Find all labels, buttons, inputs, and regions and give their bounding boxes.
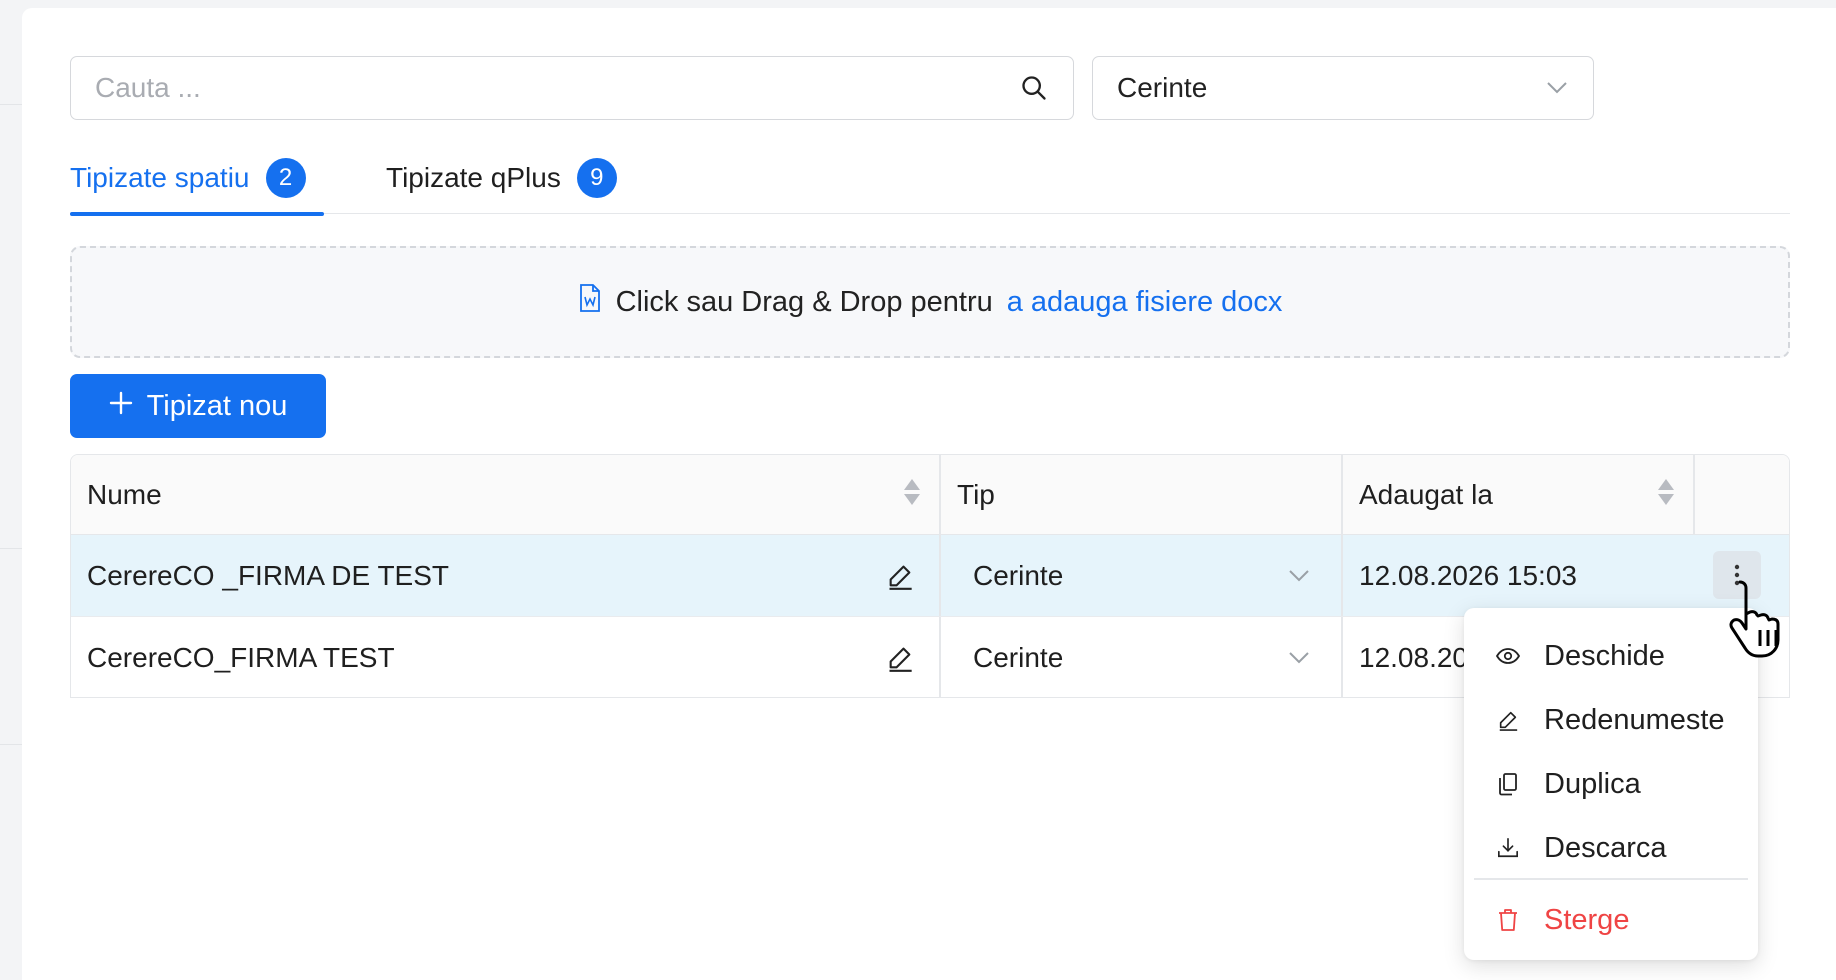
type-filter-value: Cerinte xyxy=(1117,72,1208,103)
menu-item-deschide[interactable]: Deschide xyxy=(1464,626,1758,686)
row-actions-menu: Deschide Redenumeste Duplica Descarca St… xyxy=(1464,608,1758,960)
menu-item-label: Sterge xyxy=(1544,903,1630,936)
row-name: CerereCO _FIRMA DE TEST xyxy=(87,559,450,591)
new-template-label: Tipizat nou xyxy=(146,389,288,422)
chevron-down-icon[interactable] xyxy=(1287,564,1311,588)
type-filter-select[interactable]: Cerinte xyxy=(1092,56,1594,120)
dropzone-text: Click sau Drag & Drop pentru xyxy=(615,285,993,318)
edit-pencil-icon[interactable] xyxy=(885,561,915,591)
tab-tipizate-qplus[interactable]: Tipizate qPlus 9 xyxy=(386,142,617,214)
row-added-date: 12.08.2026 15:03 xyxy=(1359,559,1577,591)
divider xyxy=(0,548,22,549)
download-icon xyxy=(1496,836,1520,860)
divider xyxy=(0,744,22,745)
eye-icon xyxy=(1496,644,1520,668)
word-doc-icon xyxy=(578,283,602,321)
menu-item-duplica[interactable]: Duplica xyxy=(1464,754,1758,814)
chevron-down-icon[interactable] xyxy=(1287,646,1311,670)
search-icon[interactable] xyxy=(1019,73,1049,103)
column-header-adaugat[interactable]: Adaugat la xyxy=(1359,455,1493,534)
table-row[interactable]: CerereCO _FIRMA DE TEST Cerinte 12.08.20… xyxy=(71,535,1789,617)
column-header-nume[interactable]: Nume xyxy=(87,455,162,534)
copy-icon xyxy=(1496,772,1520,796)
tab-label: Tipizate qPlus xyxy=(386,162,561,193)
menu-item-descarca[interactable]: Descarca xyxy=(1464,818,1758,878)
menu-item-label: Descarca xyxy=(1544,831,1667,864)
edit-pencil-icon[interactable] xyxy=(885,643,915,673)
sidebar-edge xyxy=(0,0,22,980)
tab-tipizate-spatiu[interactable]: Tipizate spatiu 2 xyxy=(70,142,324,216)
row-name: CerereCO_FIRMA TEST xyxy=(87,641,395,673)
menu-item-label: Deschide xyxy=(1544,639,1665,672)
search-field[interactable] xyxy=(70,56,1074,120)
file-dropzone[interactable]: Click sau Drag & Drop pentru a adauga fi… xyxy=(70,246,1790,358)
sort-icon[interactable] xyxy=(1657,479,1675,511)
menu-item-label: Redenumeste xyxy=(1544,703,1725,736)
chevron-down-icon xyxy=(1545,76,1569,100)
count-badge: 9 xyxy=(576,158,617,198)
column-header-tip: Tip xyxy=(957,478,995,510)
row-type-select[interactable]: Cerinte xyxy=(973,617,1063,697)
menu-item-sterge[interactable]: Sterge xyxy=(1464,890,1758,950)
divider xyxy=(0,104,22,105)
tab-label: Tipizate spatiu xyxy=(70,162,250,193)
table-header: Nume Tip Adaugat la xyxy=(71,455,1789,535)
dropzone-link[interactable]: a adauga fisiere docx xyxy=(1007,286,1283,319)
plus-icon xyxy=(109,390,133,423)
new-template-button[interactable]: Tipizat nou xyxy=(70,374,326,438)
sort-icon[interactable] xyxy=(903,479,921,511)
row-added-date: 12.08.20 xyxy=(1359,641,1468,673)
hand-cursor-icon xyxy=(1718,578,1804,658)
row-type-select[interactable]: Cerinte xyxy=(973,535,1063,616)
menu-divider xyxy=(1474,878,1748,880)
count-badge: 2 xyxy=(265,158,306,198)
trash-icon xyxy=(1496,908,1520,932)
search-input[interactable] xyxy=(95,72,1019,104)
menu-item-redenumeste[interactable]: Redenumeste xyxy=(1464,690,1758,750)
tab-bar: Tipizate spatiu 2 Tipizate qPlus 9 xyxy=(70,142,1790,216)
pencil-icon xyxy=(1496,708,1520,732)
menu-item-label: Duplica xyxy=(1544,767,1641,800)
